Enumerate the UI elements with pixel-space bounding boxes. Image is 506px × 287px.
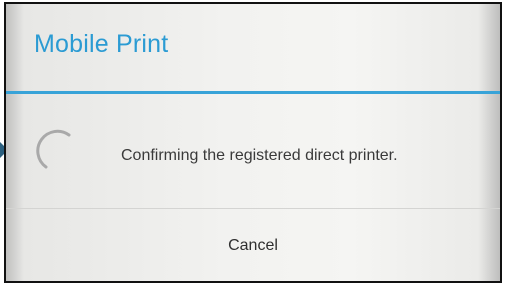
loading-spinner-icon xyxy=(36,129,71,169)
title-divider xyxy=(6,91,500,94)
cancel-button[interactable]: Cancel xyxy=(6,209,500,281)
dialog-title: Mobile Print xyxy=(34,30,169,58)
print-dialog: Mobile Print Confirming the registered d… xyxy=(4,2,502,283)
status-message: Confirming the registered direct printer… xyxy=(121,147,398,164)
